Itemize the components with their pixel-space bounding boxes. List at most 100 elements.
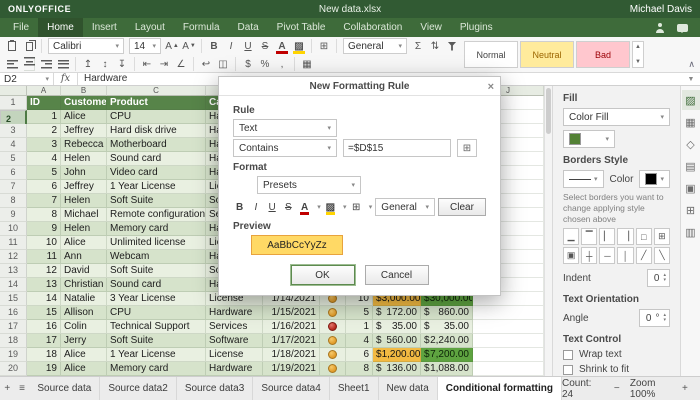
- dialog-title-bar[interactable]: New Formatting Rule ×: [219, 77, 500, 96]
- cell-B16[interactable]: Allison: [61, 306, 107, 320]
- sheet-list-button[interactable]: ≡: [15, 377, 30, 400]
- cell-F16[interactable]: [320, 306, 346, 320]
- cell-A14[interactable]: 13: [27, 278, 61, 292]
- menu-tab-insert[interactable]: Insert: [83, 18, 126, 37]
- format-as-table-button[interactable]: ▦: [299, 56, 315, 72]
- increase-indent-button[interactable]: ⇥: [156, 56, 172, 72]
- row-header-5[interactable]: 5: [0, 152, 27, 166]
- zoom-in-button[interactable]: +: [678, 383, 692, 394]
- row-header-15[interactable]: 15: [0, 292, 27, 306]
- cell-C9[interactable]: Remote configuration: [107, 208, 206, 222]
- cell-C10[interactable]: Memory card: [107, 222, 206, 236]
- strikethrough-button[interactable]: S: [257, 38, 273, 54]
- cell-B5[interactable]: Helen: [61, 152, 107, 166]
- sheet-tab-source-data3[interactable]: Source data3: [177, 377, 254, 400]
- row-header-16[interactable]: 16: [0, 306, 27, 320]
- cell-C17[interactable]: Technical Support: [107, 320, 206, 334]
- cell-F17[interactable]: [320, 320, 346, 334]
- cell-B4[interactable]: Rebecca: [61, 138, 107, 152]
- filter-button[interactable]: [444, 38, 460, 54]
- insert-function-button[interactable]: fx: [54, 73, 78, 85]
- angle-input[interactable]: 0°▴▾: [639, 309, 670, 327]
- zoom-out-button[interactable]: −: [610, 383, 624, 394]
- bold-button[interactable]: B: [233, 199, 246, 215]
- vertical-align-bottom-button[interactable]: ↧: [114, 56, 130, 72]
- sheet-tab-sheet1[interactable]: Sheet1: [330, 377, 379, 400]
- paste-button[interactable]: [4, 38, 20, 54]
- condition-select[interactable]: Contains▾: [233, 139, 337, 157]
- scrollbar-thumb[interactable]: [546, 88, 551, 134]
- border-inside-icon[interactable]: ┼: [581, 247, 597, 264]
- italic-button[interactable]: I: [249, 199, 262, 215]
- cell-A8[interactable]: 7: [27, 194, 61, 208]
- slicer-settings-icon[interactable]: ▥: [682, 222, 700, 242]
- rule-value-input[interactable]: =$D$15: [343, 139, 451, 157]
- row-header-4[interactable]: 4: [0, 138, 27, 152]
- cell-E20[interactable]: 1/19/2021: [263, 362, 320, 376]
- cell-B2[interactable]: Alice: [61, 110, 107, 124]
- font-color-button[interactable]: A: [298, 199, 311, 215]
- row-header-18[interactable]: 18: [0, 334, 27, 348]
- cell-A2[interactable]: 1: [27, 110, 61, 124]
- border-bottom-icon[interactable]: ▁: [563, 228, 579, 245]
- cell-C5[interactable]: Sound card: [107, 152, 206, 166]
- cell-E19[interactable]: 1/18/2021: [263, 348, 320, 362]
- sheet-tab-source-data[interactable]: Source data: [29, 377, 100, 400]
- fill-color-button[interactable]: ▨: [291, 38, 307, 54]
- table-settings-icon[interactable]: ▦: [682, 112, 700, 132]
- cell-G18[interactable]: 4: [346, 334, 373, 348]
- border-right-icon[interactable]: ▕: [617, 228, 633, 245]
- cell-B7[interactable]: Jeffrey: [61, 180, 107, 194]
- gallery-scroll[interactable]: ▲▼: [632, 41, 644, 68]
- border-diagonal-down-icon[interactable]: ╲: [654, 247, 670, 264]
- cell-C6[interactable]: Video card: [107, 166, 206, 180]
- underline-button[interactable]: U: [266, 199, 279, 215]
- row-header-11[interactable]: 11: [0, 236, 27, 250]
- underline-button[interactable]: U: [240, 38, 256, 54]
- image-settings-icon[interactable]: ▣: [682, 178, 700, 198]
- cell-B17[interactable]: Colin: [61, 320, 107, 334]
- cell-B20[interactable]: Alice: [61, 362, 107, 376]
- cell-C15[interactable]: 3 Year License: [107, 292, 206, 306]
- sheet-tab-conditional-formatting[interactable]: Conditional formatting: [438, 377, 562, 400]
- cell-C18[interactable]: Soft Suite: [107, 334, 206, 348]
- cell-style-bad[interactable]: Bad: [576, 41, 630, 68]
- shrink-to-fit-checkbox[interactable]: Shrink to fit: [563, 364, 670, 375]
- cell-A18[interactable]: 17: [27, 334, 61, 348]
- cell-style-neutral[interactable]: Neutral: [520, 41, 574, 68]
- row-header-20[interactable]: 20: [0, 362, 27, 376]
- vertical-align-top-button[interactable]: ↥: [80, 56, 96, 72]
- column-header-c[interactable]: C: [107, 86, 206, 96]
- cell-reference-box[interactable]: D2▾: [0, 73, 54, 85]
- cell-B15[interactable]: Natalie: [61, 292, 107, 306]
- cell-B8[interactable]: Helen: [61, 194, 107, 208]
- column-header-b[interactable]: B: [61, 86, 107, 96]
- menu-tab-view[interactable]: View: [411, 18, 451, 37]
- border-top-icon[interactable]: ▔: [581, 228, 597, 245]
- row-header-8[interactable]: 8: [0, 194, 27, 208]
- cell-C8[interactable]: Soft Suite: [107, 194, 206, 208]
- cell-A10[interactable]: 9: [27, 222, 61, 236]
- number-format-select[interactable]: General▾: [343, 38, 407, 54]
- vertical-scrollbar[interactable]: [544, 86, 552, 376]
- rule-type-select[interactable]: Text▾: [233, 119, 337, 137]
- font-size-select[interactable]: 14▾: [129, 38, 161, 54]
- sheet-tab-new-data[interactable]: New data: [379, 377, 438, 400]
- cell-G20[interactable]: 8: [346, 362, 373, 376]
- border-style-select[interactable]: ▾: [563, 170, 604, 188]
- align-right-button[interactable]: [38, 56, 54, 72]
- row-header-14[interactable]: 14: [0, 278, 27, 292]
- cell-A17[interactable]: 16: [27, 320, 61, 334]
- cell-B18[interactable]: Jerry: [61, 334, 107, 348]
- cell-A19[interactable]: 18: [27, 348, 61, 362]
- ok-button[interactable]: OK: [291, 265, 355, 285]
- cell-C20[interactable]: Memory card: [107, 362, 206, 376]
- cell-H17[interactable]: $35.00: [373, 320, 421, 334]
- chat-icon[interactable]: [677, 24, 688, 32]
- cell-B11[interactable]: Alice: [61, 236, 107, 250]
- row-header-10[interactable]: 10: [0, 222, 27, 236]
- menu-tab-layout[interactable]: Layout: [126, 18, 174, 37]
- cell-G19[interactable]: 6: [346, 348, 373, 362]
- cell-I16[interactable]: $860.00: [421, 306, 473, 320]
- cell-A11[interactable]: 10: [27, 236, 61, 250]
